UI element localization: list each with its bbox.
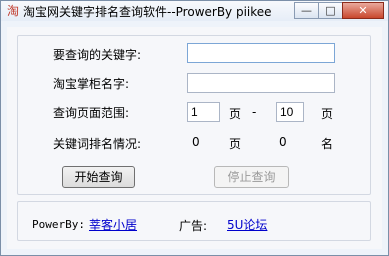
result-rank-unit: 名 <box>321 137 334 151</box>
result-page-unit: 页 <box>229 137 242 151</box>
ad-label: 广告: <box>179 219 208 233</box>
maximize-button[interactable]: □ <box>318 2 343 19</box>
result-rank-value: 0 <box>279 135 287 149</box>
app-icon: 淘 <box>6 4 19 18</box>
title-bar[interactable]: 淘 淘宝网关键字排名查询软件--ProwerBy piikee — □ ✕ <box>1 1 388 21</box>
powered-by-label: PowerBy: <box>32 218 85 231</box>
shop-owner-label: 淘宝掌柜名字: <box>53 77 130 91</box>
keyword-label: 要查询的关键字: <box>53 48 142 62</box>
range-dash: - <box>252 105 257 119</box>
app-window: 淘 淘宝网关键字排名查询软件--ProwerBy piikee — □ ✕ 要查… <box>0 0 389 256</box>
page-range-label: 查询页面范围: <box>53 106 130 120</box>
shop-owner-input[interactable] <box>187 73 335 93</box>
keyword-input[interactable] <box>187 43 335 63</box>
powered-by-link[interactable]: 莘客小居 <box>89 216 137 233</box>
range-from-input[interactable] <box>187 102 220 122</box>
client-area: 要查询的关键字: 淘宝掌柜名字: 查询页面范围: 页 - 页 关键词排名情况: … <box>7 27 382 249</box>
caption-buttons: — □ ✕ <box>294 2 384 19</box>
stop-query-button[interactable]: 停止查询 <box>214 166 289 188</box>
close-button[interactable]: ✕ <box>342 2 384 19</box>
window-title: 淘宝网关键字排名查询软件--ProwerBy piikee <box>23 5 272 19</box>
result-page-value: 0 <box>192 135 200 149</box>
ad-link[interactable]: 5U论坛 <box>227 216 267 233</box>
minimize-button[interactable]: — <box>294 2 319 19</box>
start-query-button[interactable]: 开始查询 <box>62 166 135 188</box>
range-to-unit: 页 <box>321 107 334 121</box>
range-from-unit: 页 <box>229 107 242 121</box>
rank-result-label: 关键词排名情况: <box>53 137 142 151</box>
range-to-input[interactable] <box>276 102 304 122</box>
